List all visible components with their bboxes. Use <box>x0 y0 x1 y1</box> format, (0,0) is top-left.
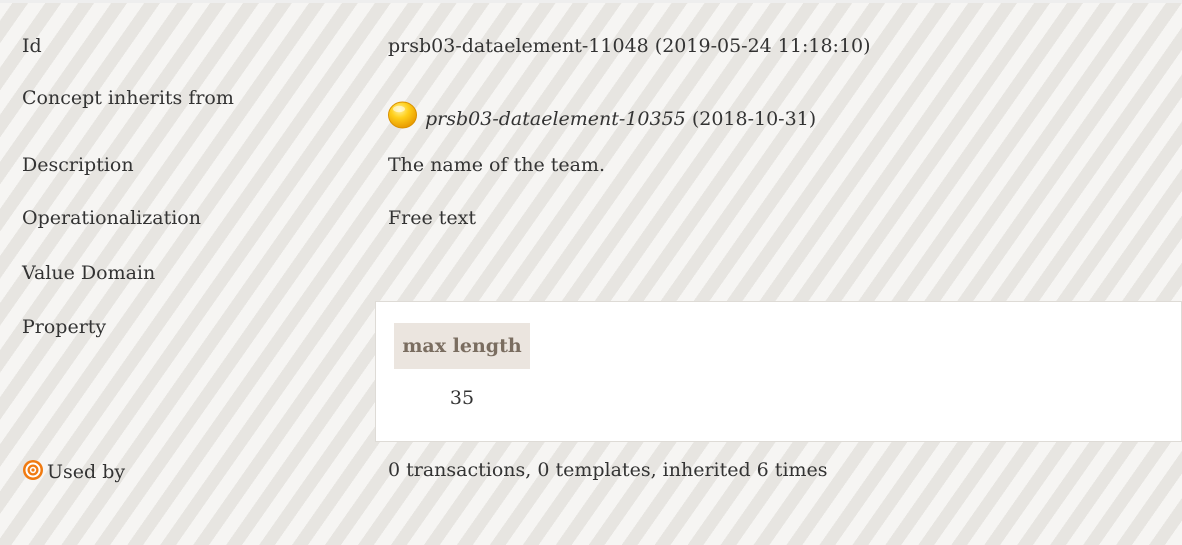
used-by-label: Used by <box>47 461 126 483</box>
description-label: Description <box>22 154 134 176</box>
used-by-label-group: Used by <box>22 459 125 483</box>
value-domain-label: Value Domain <box>22 262 156 284</box>
inherits-ref-date: (2018-10-31) <box>685 108 817 130</box>
used-by-value: 0 transactions, 0 templates, inherited 6… <box>388 459 828 481</box>
property-table: max length 35 <box>375 301 1182 442</box>
target-icon[interactable] <box>22 459 44 481</box>
property-label: Property <box>22 316 107 338</box>
inherits-ref-link[interactable]: prsb03-dataelement-10355 <box>425 108 686 130</box>
description-value: The name of the team. <box>388 154 605 176</box>
concept-details-panel: Id prsb03-dataelement-11048 (2019-05-24 … <box>0 0 1182 545</box>
inherits-value: prsb03-dataelement-10355 (2018-10-31) <box>387 100 816 130</box>
inherits-label: Concept inherits from <box>22 87 234 109</box>
id-value: prsb03-dataelement-11048 (2019-05-24 11:… <box>388 35 871 57</box>
operationalization-value: Free text <box>388 207 477 229</box>
operationalization-label: Operationalization <box>22 207 201 229</box>
max-length-value: 35 <box>449 387 475 409</box>
status-sun-icon <box>387 100 418 130</box>
id-label: Id <box>22 35 42 57</box>
max-length-header: max length <box>394 323 530 369</box>
